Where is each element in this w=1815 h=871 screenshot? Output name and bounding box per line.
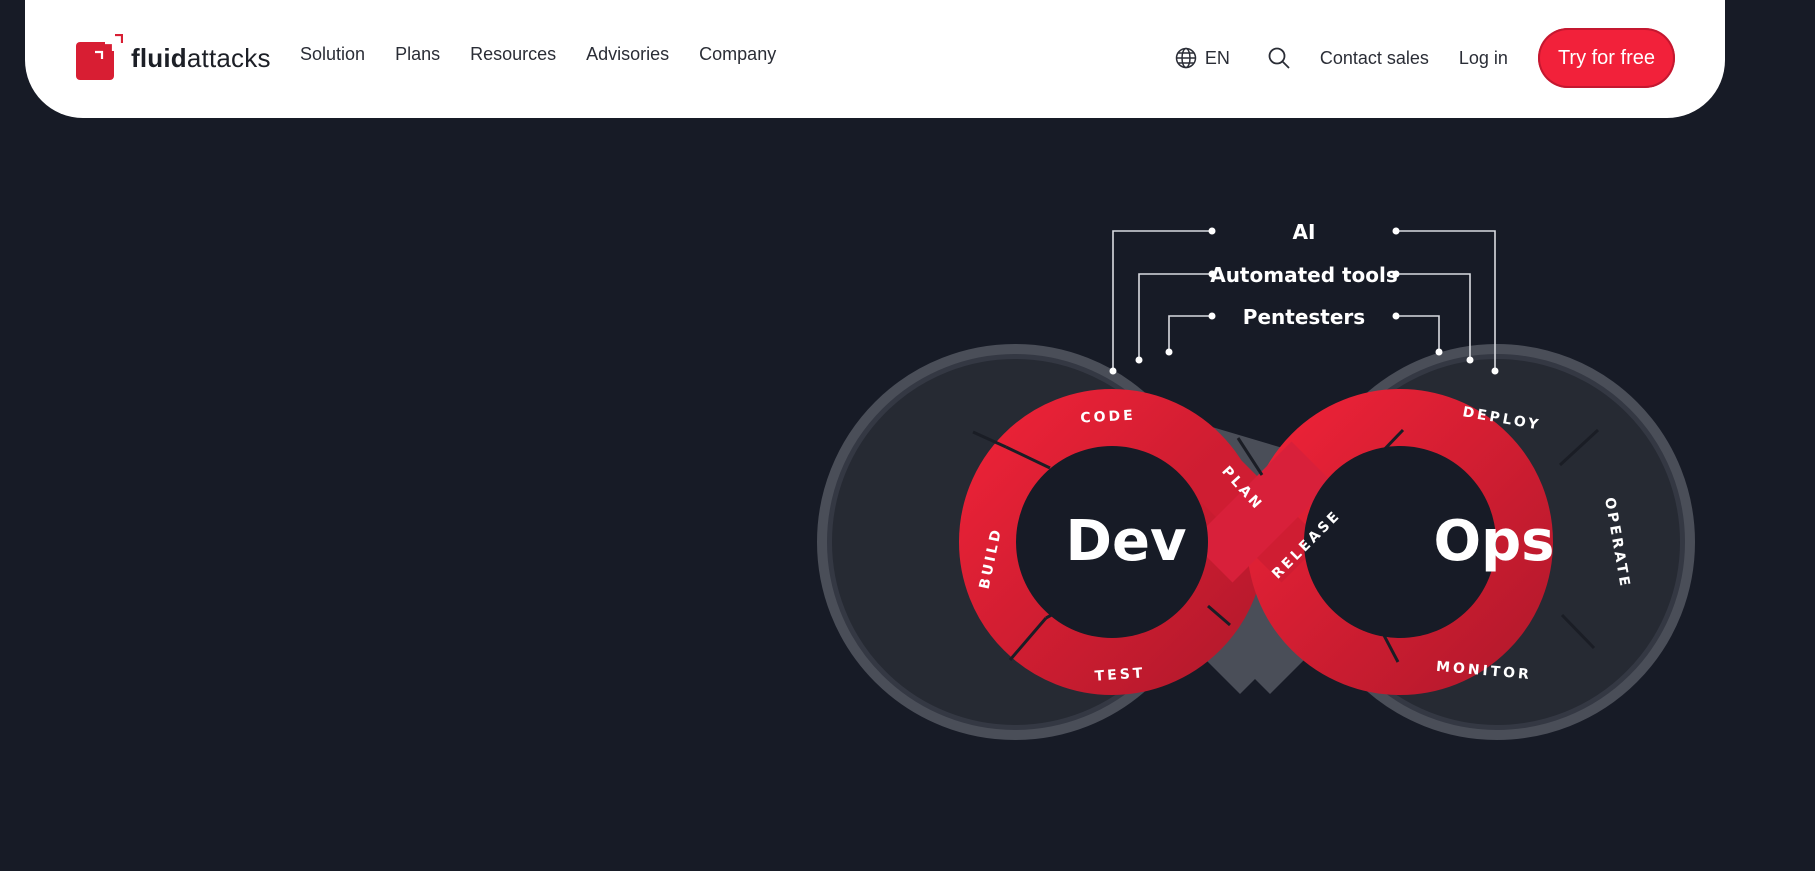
ops-label: Ops	[1433, 509, 1554, 574]
source-pentesters: Pentesters	[1243, 305, 1365, 329]
devops-infinity-diagram: Dev Ops CODE PLAN BUILD TEST RELEASE DEP…	[817, 220, 1695, 740]
connector-dots	[1109, 227, 1499, 375]
source-automated-tools: Automated tools	[1210, 263, 1398, 287]
stage-code: CODE	[1080, 408, 1136, 427]
dev-label: Dev	[1066, 509, 1187, 574]
source-ai: AI	[1293, 220, 1316, 244]
source-labels: AI Automated tools Pentesters	[1210, 220, 1398, 329]
